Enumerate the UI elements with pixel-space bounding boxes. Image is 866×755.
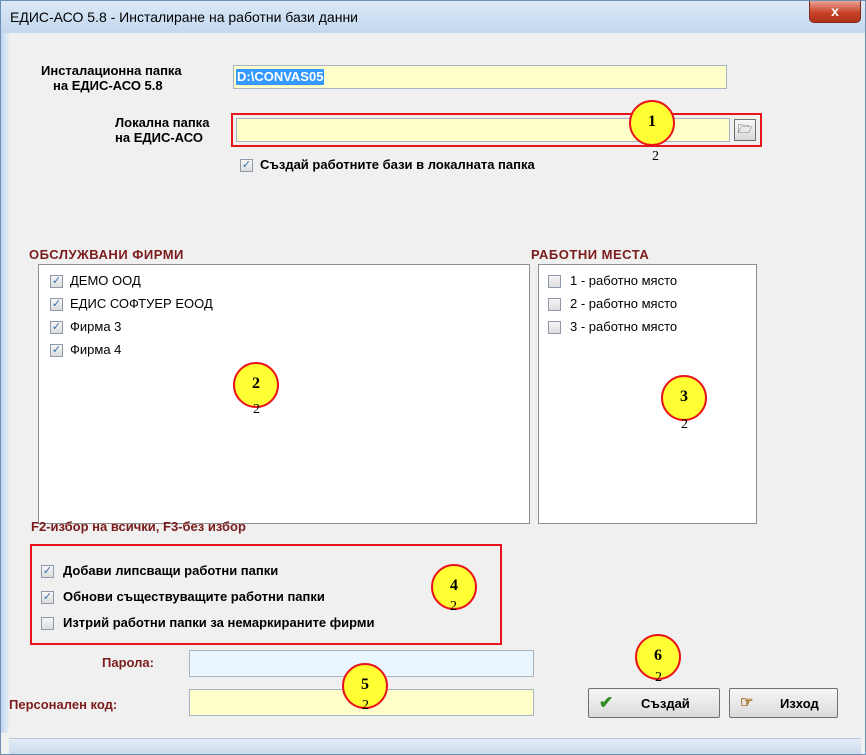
annotation-subscript: 2 [652,149,659,164]
firm-label: Фирма 3 [70,319,122,334]
install-folder-label: Инсталационна папка на ЕДИС-АСО 5.8 [41,63,182,93]
create-local-label: Създай работните бази в локалната папка [260,157,535,172]
workplace-checkbox[interactable] [548,298,561,311]
annotation-subscript: 2 [253,402,260,417]
annotation-marker-1: 1 [629,100,675,146]
create-button[interactable]: ✔ Създай [588,688,720,718]
password-label: Парола: [102,655,154,670]
annotation-subscript: 2 [362,698,369,713]
local-folder-label-line1: Локална папка [115,115,210,130]
firm-checkbox[interactable]: ✓ [50,298,63,311]
firm-checkbox[interactable]: ✓ [50,344,63,357]
annotation-number: 3 [680,388,688,405]
window-title: ЕДИС-АСО 5.8 - Инсталиране на работни ба… [10,9,358,25]
install-folder-value[interactable]: D:\CONVAS05 [236,69,325,85]
annotation-number: 1 [648,113,656,130]
selection-hint: F2-избор на всички, F3-без избор [31,519,246,534]
annotation-marker-3: 3 [661,375,707,421]
folder-open-icon: 🗁 [737,122,753,136]
firm-label: Фирма 4 [70,342,122,357]
workplaces-list[interactable]: 1 - работно място 2 - работно място 3 - … [538,264,757,524]
create-button-label: Създай [641,696,690,711]
firms-title: ОБСЛУЖВАНИ ФИРМИ [29,247,184,262]
option-add-missing-checkbox[interactable]: ✓ [41,565,54,578]
firm-label: ЕДИС СОФТУЕР ЕООД [70,296,213,311]
option-add-missing-label: Добави липсващи работни папки [63,563,279,578]
dialog-body: Инсталационна папка на ЕДИС-АСО 5.8 D:\C… [9,33,861,738]
workplace-label: 1 - работно място [570,273,678,288]
exit-button-label: Изход [780,696,819,711]
browse-folder-button[interactable]: 🗁 [734,119,756,141]
annotation-subscript: 2 [655,670,662,685]
workplace-checkbox[interactable] [548,321,561,334]
installer-window: ЕДИС-АСО 5.8 - Инсталиране на работни ба… [0,0,866,755]
exit-button[interactable]: ☞ Изход [729,688,838,718]
checkmark-icon: ✔ [599,693,614,712]
annotation-number: 2 [252,375,260,392]
option-update-existing-checkbox[interactable]: ✓ [41,591,54,604]
install-folder-label-line1: Инсталационна папка [41,63,182,78]
annotation-subscript: 2 [681,417,688,432]
annotation-subscript: 2 [450,599,457,614]
annotation-number: 6 [654,647,662,664]
annotation-number: 5 [361,676,369,693]
window-left-edge [1,33,9,733]
install-folder-field[interactable]: D:\CONVAS05 [233,65,727,89]
install-folder-label-line2: на ЕДИС-АСО 5.8 [53,78,163,93]
local-folder-label: Локална папка на ЕДИС-АСО [115,115,209,145]
option-update-existing-label: Обнови съществуващите работни папки [63,589,325,604]
annotation-number: 4 [450,577,458,594]
workplace-label: 2 - работно място [570,296,678,311]
workplace-label: 3 - работно място [570,319,678,334]
local-folder-label-line2: на ЕДИС-АСО [115,130,203,145]
firm-checkbox[interactable]: ✓ [50,321,63,334]
option-delete-unmarked-checkbox[interactable] [41,617,54,630]
firms-list[interactable]: ✓ ДЕМО ООД ✓ ЕДИС СОФТУЕР ЕООД ✓ Фирма 3… [38,264,530,524]
firm-label: ДЕМО ООД [70,273,141,288]
workplaces-title: РАБОТНИ МЕСТА [531,247,650,262]
window-bottom-bar [9,738,861,754]
close-button[interactable]: x [809,1,861,23]
firm-checkbox[interactable]: ✓ [50,275,63,288]
option-delete-unmarked-label: Изтрий работни папки за немаркираните фи… [63,615,375,630]
title-bar[interactable]: ЕДИС-АСО 5.8 - Инсталиране на работни ба… [1,1,865,33]
create-local-checkbox[interactable]: ✓ [240,159,253,172]
pointing-hand-icon: ☞ [740,694,754,711]
personal-code-label: Персонален код: [9,697,118,712]
workplace-checkbox[interactable] [548,275,561,288]
close-icon: x [831,3,839,19]
